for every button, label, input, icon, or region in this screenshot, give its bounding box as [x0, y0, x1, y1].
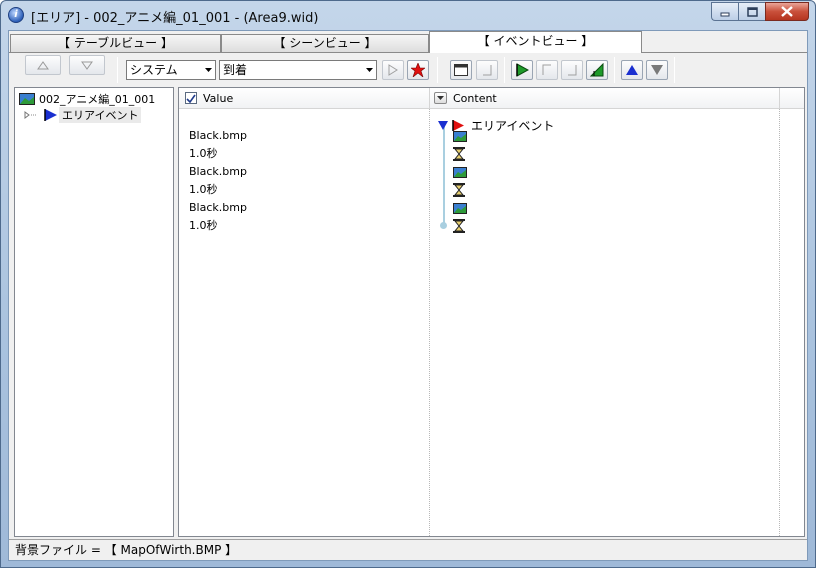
- app-logo-icon: i: [8, 7, 24, 23]
- category-select-value: システム: [130, 63, 178, 77]
- table-row-value[interactable]: Black.bmp: [189, 199, 247, 217]
- image-icon: [19, 93, 35, 105]
- list-item[interactable]: [453, 199, 467, 217]
- toolbar-separator: [437, 57, 438, 83]
- minimize-icon: [720, 12, 730, 16]
- title-bar[interactable]: i [エリア] - 002_アニメ編_01_001 - (Area9.wid): [1, 1, 815, 29]
- column-header-value[interactable]: Value: [185, 88, 233, 108]
- grid-header: Value Content: [179, 88, 804, 109]
- move-up-button[interactable]: [25, 55, 61, 75]
- status-bar: 背景ファイル = 【 MapOfWirth.BMP 】: [9, 539, 807, 560]
- bracket-start-icon: [542, 64, 551, 75]
- tab-strip-border: [9, 52, 807, 53]
- image-icon: [453, 166, 467, 178]
- list-item[interactable]: [453, 145, 465, 163]
- move-down-button[interactable]: [69, 55, 105, 75]
- table-row-value[interactable]: 1.0秒: [189, 145, 218, 163]
- event-toolbar: システム 到着: [9, 55, 807, 86]
- tree-root-label: 002_アニメ編_01_001: [39, 93, 156, 106]
- chevron-down-icon: [201, 61, 215, 79]
- toolbar-separator: [614, 57, 615, 83]
- category-select[interactable]: システム: [126, 60, 216, 80]
- tab-table-view[interactable]: 【 テーブルビュー 】: [10, 34, 221, 53]
- blue-triangle-up-icon: [626, 65, 638, 75]
- window-icon: [454, 64, 468, 76]
- list-item[interactable]: [453, 127, 467, 145]
- maximize-icon: [746, 6, 758, 17]
- chevron-down-icon: [437, 96, 444, 100]
- maximize-button[interactable]: [738, 2, 765, 21]
- check-icon: [186, 94, 196, 103]
- view-tabs: 【 テーブルビュー 】 【 シーンビュー 】 【 イベントビュー 】: [9, 31, 807, 53]
- value-column-checkbox[interactable]: [185, 92, 197, 104]
- column-header-value-label: Value: [203, 91, 234, 105]
- table-row-value[interactable]: 1.0秒: [189, 181, 218, 199]
- blue-flag-icon: [44, 109, 57, 121]
- bracket-end-icon: [483, 65, 492, 76]
- green-flag-icon: [516, 63, 529, 77]
- bracket-end-button[interactable]: [476, 60, 498, 80]
- list-item[interactable]: [453, 181, 465, 199]
- column-header-content-label: Content: [453, 91, 497, 105]
- bracket-start-button[interactable]: [536, 60, 558, 80]
- caption-buttons: [711, 2, 809, 21]
- gray-triangle-down-icon: [651, 65, 663, 75]
- timeline-end-dot: [440, 222, 447, 229]
- blue-triangle-down-icon: [438, 120, 448, 130]
- timeline-connector: [443, 122, 445, 226]
- insert-branch-button[interactable]: [511, 60, 533, 80]
- triangle-down-icon: [81, 61, 93, 70]
- column-divider[interactable]: [429, 88, 430, 108]
- tree-expander-icon: [24, 111, 37, 119]
- tab-event-view[interactable]: 【 イベントビュー 】: [429, 31, 642, 53]
- close-icon: [781, 6, 793, 17]
- status-text: 背景ファイル = 【 MapOfWirth.BMP 】: [15, 543, 238, 557]
- delete-event-button[interactable]: [407, 60, 429, 80]
- play-button[interactable]: [382, 60, 404, 80]
- event-content-label: エリアイベント: [471, 118, 555, 133]
- window-title: [エリア] - 002_アニメ編_01_001 - (Area9.wid): [31, 11, 319, 26]
- content-column-dropdown[interactable]: [434, 92, 447, 104]
- column-divider[interactable]: [779, 88, 780, 108]
- bracket-close-button[interactable]: [561, 60, 583, 80]
- table-row-value[interactable]: Black.bmp: [189, 127, 247, 145]
- hourglass-icon: [453, 183, 465, 197]
- table-row-value[interactable]: 1.0秒: [189, 217, 218, 235]
- column-guide-line: [429, 109, 430, 536]
- event-tree[interactable]: 002_アニメ編_01_001 エリアイベント: [14, 87, 174, 537]
- table-row-value[interactable]: Black.bmp: [189, 163, 247, 181]
- tree-item-area-event[interactable]: エリアイベント: [23, 107, 142, 123]
- image-icon: [453, 202, 467, 214]
- image-icon: [453, 130, 467, 142]
- event-grid[interactable]: Value Content エリアイベント Black.bmp 1.0秒 Bla…: [178, 87, 805, 537]
- play-icon: [388, 64, 398, 76]
- tree-child-label: エリアイベント: [59, 107, 142, 123]
- list-item[interactable]: [453, 163, 467, 181]
- close-button[interactable]: [765, 2, 809, 21]
- hourglass-icon: [453, 147, 465, 161]
- red-star-delete-icon: [411, 63, 425, 77]
- minimize-button[interactable]: [711, 2, 738, 21]
- hourglass-icon: [453, 219, 465, 233]
- client-area: 【 テーブルビュー 】 【 シーンビュー 】 【 イベントビュー 】 システム …: [8, 30, 808, 561]
- bracket-close-icon: [568, 65, 577, 76]
- tree-item-root[interactable]: 002_アニメ編_01_001: [19, 91, 155, 107]
- event-select-value: 到着: [223, 63, 248, 77]
- column-header-content[interactable]: Content: [434, 88, 497, 108]
- move-event-down-button[interactable]: [646, 60, 668, 80]
- green-ramp-icon: [590, 63, 604, 77]
- list-item[interactable]: [453, 217, 465, 235]
- app-window: i [エリア] - 002_アニメ編_01_001 - (Area9.wid) …: [0, 0, 816, 568]
- tab-scene-view[interactable]: 【 シーンビュー 】: [221, 34, 429, 53]
- toolbar-separator: [674, 57, 675, 83]
- window-view-button[interactable]: [450, 60, 472, 80]
- column-guide-line: [779, 109, 780, 536]
- chevron-down-icon: [362, 61, 376, 79]
- toolbar-separator: [117, 57, 118, 83]
- triangle-up-icon: [37, 60, 49, 69]
- move-event-up-button[interactable]: [621, 60, 643, 80]
- toolbar-separator: [504, 57, 505, 83]
- green-ramp-button[interactable]: [586, 60, 608, 80]
- event-select[interactable]: 到着: [219, 60, 377, 80]
